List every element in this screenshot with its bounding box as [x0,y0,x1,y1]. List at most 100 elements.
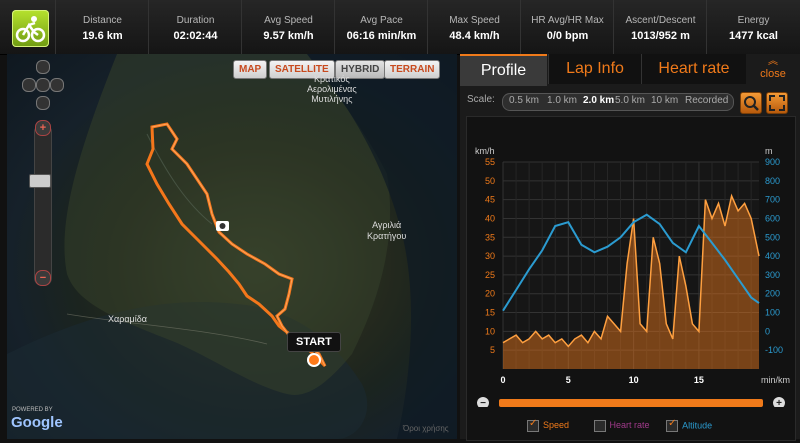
stat-value: 9.57 km/h [263,30,314,42]
x-tick-label: 5 [566,375,571,385]
zoom-slider[interactable] [34,124,52,286]
map-view[interactable]: + − MAP SATELLITE HYBRID TERRAIN Κρατικό… [7,54,457,439]
legend-speed: Speed [543,420,570,431]
legend-altitude: Altitude [682,420,713,431]
stat-label: Avg Speed [264,15,313,26]
range-plus-glyph: + [776,398,782,407]
stat-value: 06:16 min/km [346,30,417,42]
map-label-airport: Κρατικός Αερολιμένας Μυτιλήνης [307,74,357,104]
zoom-out-icon[interactable]: − [35,270,51,286]
speed-tick-label: 55 [485,157,495,167]
legend-heart-rate: Heart rate [609,420,650,431]
start-label: START [287,332,341,352]
zoom-search-icon[interactable] [740,92,762,114]
altitude-checkbox[interactable] [666,418,679,432]
map-label-charamida: Χαραμίδα [108,314,147,324]
stat-label: Energy [737,15,770,26]
map-terrain [7,54,457,439]
stat-avg-pace: Avg Pace 06:16 min/km [334,0,428,54]
stat-label: HR Avg/HR Max [531,15,604,26]
x-tick-label: 0 [500,375,505,385]
stat-value: 19.6 km [82,30,123,42]
stats-bar: Distance 19.6 km Duration 02:02:44 Avg Speed… [0,0,800,55]
speed-tick-label: 5 [490,345,495,355]
powered-by-label: POWERED BY [12,407,53,413]
speed-tick-label: 30 [485,251,495,261]
speed-tick-label: 20 [485,289,495,299]
altitude-tick-label: 100 [765,308,780,318]
altitude-tick-label: -100 [765,345,783,355]
stat-value: 48.4 km/h [449,30,500,42]
speed-tick-label: 40 [485,213,495,223]
fullscreen-icon[interactable] [766,92,788,114]
speed-tick-label: 35 [485,232,495,242]
range-slider-track[interactable] [499,399,763,407]
altitude-tick-label: 300 [765,270,780,280]
start-marker [307,353,321,367]
x-axis-label: min/km [761,375,790,385]
altitude-tick-label: 800 [765,176,780,186]
stat-label: Duration [176,15,215,26]
terms-link[interactable]: Όροι χρήσης [403,424,449,433]
speed-tick-label: 10 [485,326,495,336]
tab-lap-info[interactable]: Lap Info [548,54,641,84]
stat-value: 1013/952 m [631,30,690,42]
scale-option[interactable]: 10 km [651,95,678,106]
pan-right-icon[interactable] [50,78,64,92]
range-minus-glyph: − [480,398,486,407]
bicycle-icon [15,16,46,43]
chevron-up-icon: ︽ [768,56,778,67]
right-unit-label: m [765,146,773,156]
tab-heart-rate[interactable]: Heart rate [641,54,746,84]
zoom-thumb[interactable] [29,174,51,188]
pan-left-icon[interactable] [22,78,36,92]
altitude-tick-label: 700 [765,195,780,205]
altitude-tick-label: 400 [765,251,780,261]
stat-value: 02:02:44 [173,30,218,42]
speed-checkbox[interactable] [527,418,539,432]
bike-logo-icon[interactable] [12,10,49,47]
stat-label: Ascent/Descent [625,15,696,26]
speed-tick-label: 45 [485,195,495,205]
speed-tick-label: 50 [485,176,495,186]
scale-option[interactable]: 2.0 km [583,95,614,106]
scale-label: Scale: [467,94,495,105]
scale-option[interactable]: Recorded [685,95,728,106]
map-type-map-button[interactable]: MAP [233,60,268,79]
x-tick-label: 15 [694,375,704,385]
speed-tick-label: 15 [485,308,495,318]
stat-value: 0/0 bpm [546,30,589,42]
stat-label: Max Speed [449,15,500,26]
stat-distance: Distance 19.6 km [55,0,149,54]
close-label: close [760,68,786,80]
chart-legend: Speed Heart rate Altitude [527,418,713,432]
stat-max-speed: Max Speed 48.4 km/h [427,0,521,54]
stat-label: Distance [83,15,122,26]
map-type-terrain-button[interactable]: TERRAIN [384,60,441,79]
profile-panel: Profile Lap Info Heart rate ︽ close Scal… [460,54,800,441]
stat-label: Avg Pace [360,15,403,26]
heart-rate-checkbox[interactable] [593,420,606,432]
pan-up-icon[interactable] [36,60,50,74]
scale-option[interactable]: 0.5 km [509,95,539,106]
stat-ascent-descent: Ascent/Descent 1013/952 m [613,0,707,54]
pan-down-icon[interactable] [36,96,50,110]
stat-duration: Duration 02:02:44 [148,0,242,54]
x-tick-label: 10 [629,375,639,385]
close-button[interactable]: ︽ close [746,54,800,84]
zoom-in-icon[interactable]: + [35,120,51,136]
altitude-tick-label: 0 [765,326,770,336]
map-label-agrilia: Αγριλιά Κρατήγου [367,220,407,241]
tab-profile[interactable]: Profile [460,54,547,86]
pan-center-icon[interactable] [36,78,50,92]
pan-control[interactable] [17,58,67,114]
scale-option[interactable]: 5.0 km [615,95,645,106]
google-logo[interactable]: Google [11,414,63,431]
scale-option[interactable]: 1.0 km [547,95,577,106]
scale-selector[interactable]: 0.5 km 1.0 km 2.0 km 5.0 km 10 km Recorded [502,93,734,111]
stat-avg-speed: Avg Speed 9.57 km/h [241,0,335,54]
altitude-tick-label: 600 [765,213,780,223]
profile-chart[interactable]: 510152025303540455055-100010020030040050… [467,117,795,409]
left-unit-label: km/h [475,146,495,156]
speed-tick-label: 25 [485,270,495,280]
